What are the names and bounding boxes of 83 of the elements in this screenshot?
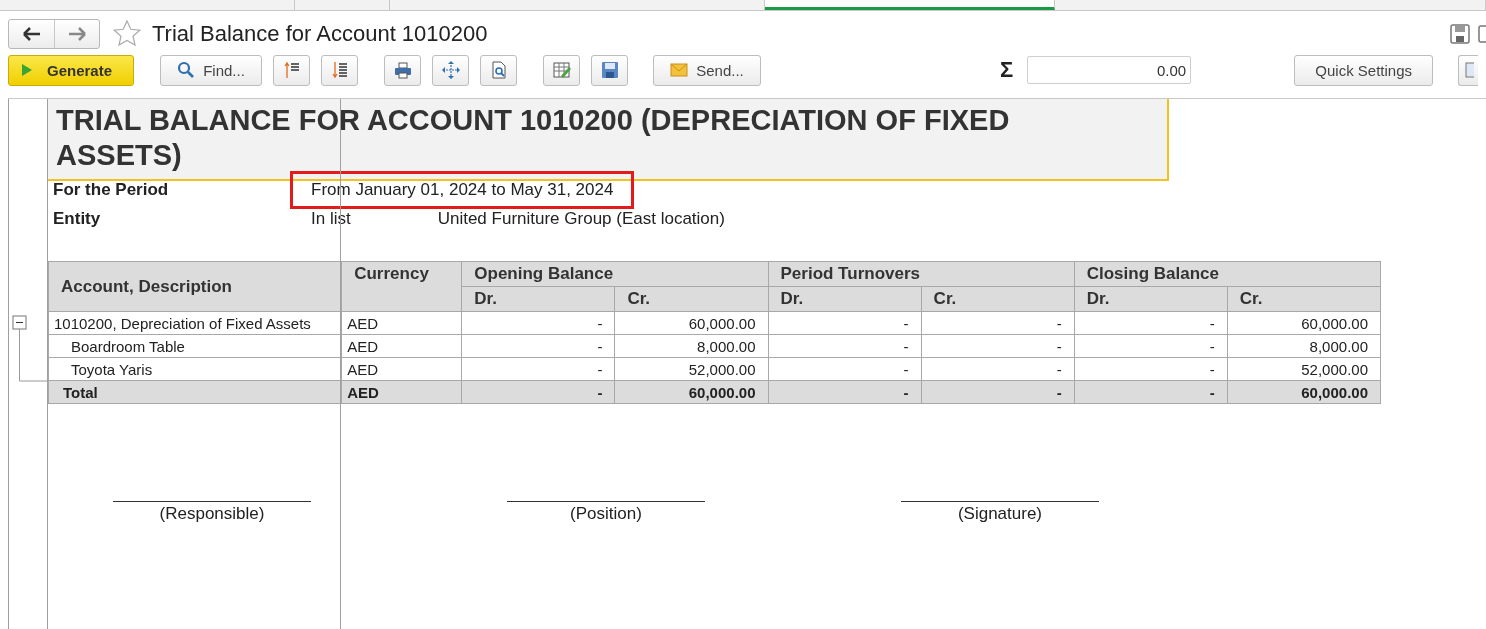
- sum-field[interactable]: 0.00: [1027, 56, 1192, 84]
- quick-settings-button[interactable]: Quick Settings: [1294, 54, 1434, 86]
- table-cell: -: [461, 380, 615, 404]
- tree-expander-drawing[interactable]: [12, 315, 48, 385]
- column-header: Account, Description: [48, 261, 342, 312]
- window-title: Trial Balance for Account 1010200: [152, 21, 488, 47]
- table-cell: AED: [341, 311, 462, 335]
- table-cell: -: [921, 334, 1075, 358]
- column-header: Closing Balance: [1074, 261, 1381, 287]
- table-pencil-icon: [552, 61, 571, 79]
- tab[interactable]: [765, 0, 1055, 10]
- signature-line: (Responsible): [113, 501, 311, 524]
- table-cell: AED: [341, 334, 462, 358]
- table-cell: -: [1074, 311, 1228, 335]
- generate-button[interactable]: Generate: [8, 54, 134, 86]
- sort-ascending-button[interactable]: [273, 54, 310, 86]
- table-cell: 8,000.00: [1227, 334, 1381, 358]
- arrow-left-icon: [22, 27, 41, 41]
- table-cell: -: [921, 311, 1075, 335]
- sort-descending-button[interactable]: [321, 54, 358, 86]
- table-cell: -: [461, 334, 615, 358]
- table-cell: 8,000.00: [614, 334, 768, 358]
- sort-ascending-icon: [282, 61, 301, 79]
- column-header: Currency: [341, 261, 462, 312]
- parameter-value: From January 01, 2024 to May 31, 2024: [290, 170, 635, 209]
- table-cell: -: [921, 380, 1075, 404]
- table-cell: AED: [341, 380, 462, 404]
- search-icon: [177, 61, 196, 79]
- column-header: Dr.: [1074, 286, 1228, 312]
- envelope-icon: [670, 63, 689, 77]
- table-cell: -: [1074, 380, 1228, 404]
- table-cell: -: [461, 311, 615, 335]
- window-icon[interactable]: [1478, 24, 1486, 44]
- report-title: TRIAL BALANCE FOR ACCOUNT 1010200 (DEPRECIATION OF FIXED ASSETS): [48, 99, 1169, 181]
- table-cell: -: [921, 357, 1075, 381]
- table-cell: Boardroom Table: [48, 334, 342, 358]
- print-button[interactable]: [384, 54, 421, 86]
- table-cell: 60,000.00: [1227, 311, 1381, 335]
- move-button[interactable]: [432, 54, 469, 86]
- edit-table-button[interactable]: [543, 54, 580, 86]
- sum-symbol: Σ: [1000, 57, 1014, 83]
- printer-icon: [393, 61, 412, 79]
- table-cell: -: [461, 357, 615, 381]
- column-header: Cr.: [921, 286, 1075, 312]
- parameter-value: In list: [310, 207, 352, 230]
- save-button[interactable]: [591, 54, 628, 86]
- column-header: Dr.: [768, 286, 922, 312]
- parameter-label: Entity: [52, 208, 102, 229]
- find-button[interactable]: Find...: [160, 54, 262, 86]
- column-header: Cr.: [1227, 286, 1381, 312]
- table-cell: Toyota Yaris: [48, 357, 342, 381]
- table-cell: AED: [341, 357, 462, 381]
- preview-button[interactable]: [480, 54, 517, 86]
- sort-descending-icon: [330, 61, 349, 79]
- table-cell: -: [1074, 334, 1228, 358]
- play-icon: [21, 63, 33, 77]
- table-cell: -: [768, 357, 922, 381]
- column-header: Cr.: [614, 286, 768, 312]
- table-cell: -: [768, 334, 922, 358]
- column-header: Opening Balance: [461, 261, 768, 287]
- table-cell: 52,000.00: [614, 357, 768, 381]
- page-magnifier-icon: [489, 61, 508, 79]
- column-header: Dr.: [461, 286, 615, 312]
- four-way-arrow-icon: [441, 61, 460, 79]
- column-header: Period Turnovers: [768, 261, 1075, 287]
- signature-line: (Position): [507, 501, 705, 524]
- signature-line: (Signature): [901, 501, 1099, 524]
- table-cell: 1010200, Depreciation of Fixed Assets: [48, 311, 342, 335]
- settings-button[interactable]: [1458, 54, 1479, 86]
- arrow-right-icon: [68, 27, 86, 41]
- parameter-label: For the Period: [52, 179, 170, 200]
- star-icon[interactable]: [112, 19, 142, 49]
- table-cell: 52,000.00: [1227, 357, 1381, 381]
- table-cell: Total: [48, 380, 342, 404]
- table-cell: -: [768, 380, 922, 404]
- table-icon: [1463, 61, 1474, 79]
- parameter-value: United Furniture Group (East location): [437, 208, 725, 229]
- send-button[interactable]: Send...: [653, 54, 761, 86]
- table-cell: 60,000.00: [614, 311, 768, 335]
- table-cell: 60,000.00: [614, 380, 768, 404]
- table-cell: -: [1074, 357, 1228, 381]
- table-cell: 60,000.00: [1227, 380, 1381, 404]
- table-cell: -: [768, 311, 922, 335]
